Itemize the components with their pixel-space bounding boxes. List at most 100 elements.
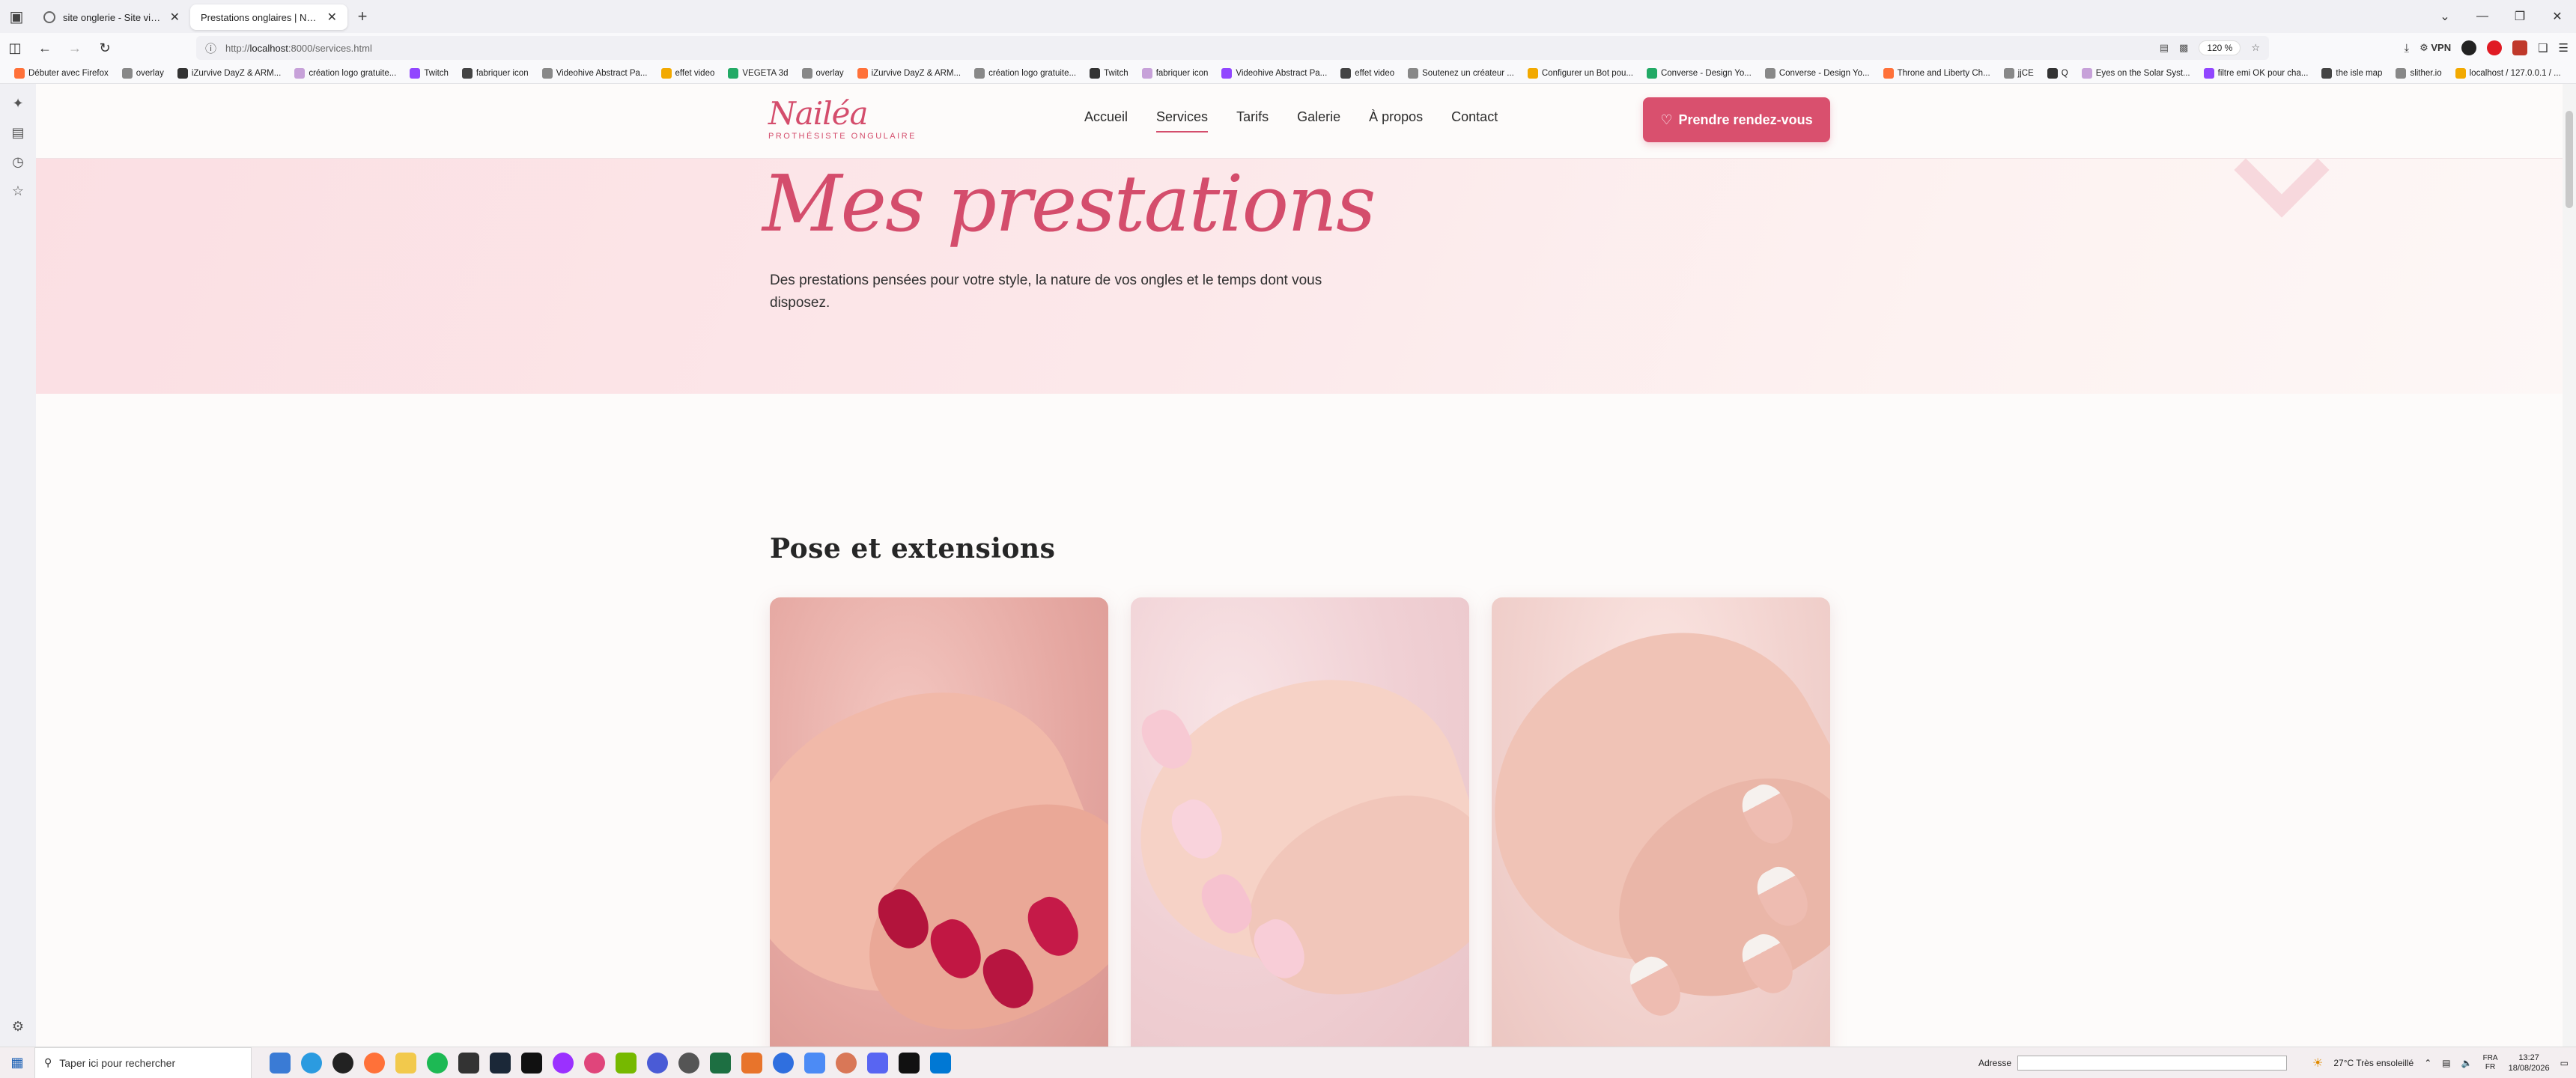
sidebar-toggle-icon[interactable]: ◫ xyxy=(0,34,30,61)
close-window-button[interactable]: ✕ xyxy=(2539,9,2576,24)
new-tab-button[interactable]: + xyxy=(347,4,377,29)
bookmark-item[interactable]: overlay xyxy=(795,67,851,79)
spotify-icon[interactable] xyxy=(427,1052,448,1074)
scrollbar-thumb[interactable] xyxy=(2566,111,2573,208)
bookmark-item[interactable]: overlay xyxy=(115,67,171,79)
bookmark-item[interactable]: Q xyxy=(2041,67,2075,79)
app-icon[interactable] xyxy=(553,1052,574,1074)
claude-icon[interactable] xyxy=(836,1052,857,1074)
notifications-icon[interactable]: ▭ xyxy=(2560,1058,2569,1068)
outlook-icon[interactable] xyxy=(270,1052,291,1074)
bookmark-item[interactable]: fabriquer icon xyxy=(1135,67,1215,79)
page-info-icon[interactable]: ⓘ xyxy=(205,40,216,56)
bookmark-item[interactable]: Videohive Abstract Pa... xyxy=(535,67,654,79)
back-button[interactable]: ← xyxy=(30,34,60,61)
bookmark-item[interactable]: Converse - Design Yo... xyxy=(1758,67,1877,79)
nav-services[interactable]: Services xyxy=(1156,109,1209,133)
bookmark-item[interactable]: slither.io xyxy=(2389,67,2448,79)
bookmark-item[interactable]: Throne and Liberty Ch... xyxy=(1877,67,1997,79)
taskbar-search-input[interactable]: ⚲ Taper ici pour rechercher xyxy=(34,1047,252,1078)
sidebar-settings-icon[interactable]: ⚙ xyxy=(12,1019,24,1035)
menu-icon[interactable]: ☰ xyxy=(2559,41,2569,55)
book-appointment-button[interactable]: ♡ Prendre rendez-vous xyxy=(1643,97,1830,142)
app-icon[interactable] xyxy=(773,1052,794,1074)
bookmark-item[interactable]: création logo gratuite... xyxy=(967,67,1083,79)
bookmark-item[interactable]: iZurvive DayZ & ARM... xyxy=(171,67,288,79)
site-logo[interactable]: Nailéa PROTHÉSISTE ONGULAIRE xyxy=(768,97,917,141)
close-tab-icon[interactable]: ✕ xyxy=(327,10,337,25)
download-icon[interactable]: ⤓ xyxy=(2404,42,2409,55)
windows-start-icon[interactable]: ▦ xyxy=(0,1047,34,1078)
mail-extension-icon[interactable] xyxy=(2512,40,2528,55)
service-card-french-nails[interactable] xyxy=(1492,597,1830,1047)
file-explorer-icon[interactable] xyxy=(395,1052,416,1074)
weather-text[interactable]: 27°C Très ensoleillé xyxy=(2333,1058,2414,1068)
forward-button[interactable]: → xyxy=(60,34,90,61)
terminal-icon[interactable] xyxy=(521,1052,542,1074)
discord-icon[interactable] xyxy=(867,1052,888,1074)
firefox-icon[interactable] xyxy=(364,1052,385,1074)
excel-icon[interactable] xyxy=(710,1052,731,1074)
bookmark-item[interactable]: iZurvive DayZ & ARM... xyxy=(851,67,968,79)
bookmark-item[interactable]: effet video xyxy=(654,67,722,79)
bookmark-item[interactable]: effet video xyxy=(1334,67,1401,79)
bookmark-item[interactable]: jjCE xyxy=(1997,67,2041,79)
minimize-button[interactable]: — xyxy=(2464,10,2501,23)
url-bar[interactable]: ⓘ http://localhost:8000/services.html ▤ … xyxy=(196,36,2269,60)
tab-list-icon[interactable]: ⌄ xyxy=(2426,9,2464,24)
bookmark-item[interactable]: filtre emi OK pour cha... xyxy=(2197,67,2315,79)
browser-tab-2[interactable]: Prestations onglaires | Nailéa [Villé ✕ xyxy=(190,4,347,30)
bookmark-item[interactable]: Eyes on the Solar Syst... xyxy=(2075,67,2197,79)
edge-icon[interactable] xyxy=(301,1052,322,1074)
nav-tarifs[interactable]: Tarifs xyxy=(1236,109,1269,133)
maximize-button[interactable]: ❐ xyxy=(2501,9,2539,24)
app-icon[interactable] xyxy=(741,1052,762,1074)
bookmarks-icon[interactable]: ☆ xyxy=(12,183,24,199)
bookmark-item[interactable]: Configurer un Bot pou... xyxy=(1521,67,1640,79)
zoom-level[interactable]: 120 % xyxy=(2199,40,2241,55)
bookmark-item[interactable]: Converse - Design Yo... xyxy=(1640,67,1758,79)
network-icon[interactable]: ▤ xyxy=(2442,1058,2450,1068)
tray-chevron-icon[interactable]: ⌃ xyxy=(2424,1058,2431,1068)
clock[interactable]: 13:27 18/08/2026 xyxy=(2509,1053,2550,1074)
extension-icon[interactable] xyxy=(2461,40,2477,55)
service-card-red-nails[interactable] xyxy=(770,597,1108,1047)
extensions-puzzle-icon[interactable]: ❑ xyxy=(2538,41,2548,55)
ai-chatbot-icon[interactable]: ✦ xyxy=(12,96,23,112)
service-card-pink-nails[interactable] xyxy=(1131,597,1469,1047)
app-icon[interactable] xyxy=(899,1052,920,1074)
bookmark-item[interactable]: Twitch xyxy=(1083,67,1135,79)
app-icon[interactable] xyxy=(584,1052,605,1074)
tab-overview-icon[interactable]: ▣ xyxy=(0,0,33,33)
bookmark-star-icon[interactable]: ☆ xyxy=(2251,42,2260,54)
synced-tabs-icon[interactable]: ▤ xyxy=(11,125,24,141)
reader-view-icon[interactable]: ▤ xyxy=(2160,42,2169,54)
language-indicator[interactable]: FRA FR xyxy=(2483,1054,2498,1072)
adblock-extension-icon[interactable] xyxy=(2487,40,2503,55)
bookmark-item[interactable]: localhost / 127.0.0.1 / ... xyxy=(2449,67,2568,79)
vscode-icon[interactable] xyxy=(930,1052,951,1074)
browser-tab-1[interactable]: site onglerie - Site vitrine prothé ✕ xyxy=(33,4,190,30)
nvidia-icon[interactable] xyxy=(616,1052,637,1074)
nav-galerie[interactable]: Galerie xyxy=(1297,109,1340,133)
bookmark-item[interactable]: Videohive Abstract Pa... xyxy=(1215,67,1334,79)
bookmark-item[interactable]: Soutenez un créateur ... xyxy=(1401,67,1521,79)
picture-in-picture-icon[interactable]: ▩ xyxy=(2179,42,2188,54)
bookmark-item[interactable]: création logo gratuite... xyxy=(288,67,403,79)
close-tab-icon[interactable]: ✕ xyxy=(170,10,180,25)
steam-icon[interactable] xyxy=(490,1052,511,1074)
nav-contact[interactable]: Contact xyxy=(1451,109,1498,133)
bookmark-item[interactable]: the isle map xyxy=(2315,67,2389,79)
address-input[interactable] xyxy=(2017,1056,2288,1071)
history-icon[interactable]: ◷ xyxy=(12,154,24,170)
app-icon[interactable] xyxy=(647,1052,668,1074)
volume-icon[interactable]: 🔈 xyxy=(2461,1058,2473,1068)
bookmark-item[interactable]: fabriquer icon xyxy=(455,67,535,79)
app-icon[interactable] xyxy=(804,1052,825,1074)
nav-accueil[interactable]: Accueil xyxy=(1084,109,1128,133)
bookmark-item[interactable]: Débuter avec Firefox xyxy=(7,67,115,79)
page-scrollbar[interactable] xyxy=(2563,84,2576,1047)
nav-a-propos[interactable]: À propos xyxy=(1369,109,1423,133)
app-icon[interactable] xyxy=(678,1052,699,1074)
reload-button[interactable]: ↻ xyxy=(90,34,120,61)
